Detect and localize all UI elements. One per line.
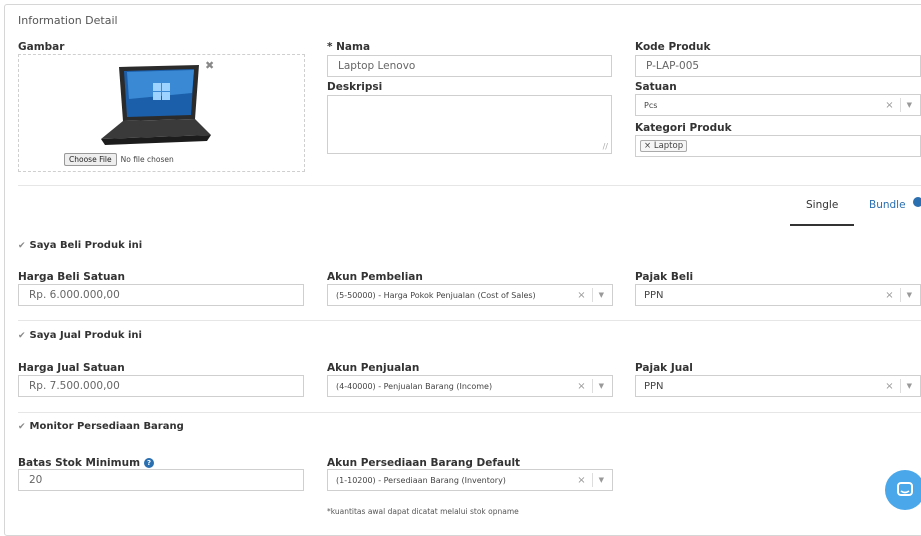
tab-bundle[interactable]: Bundle: [869, 199, 906, 211]
pajak-jual-label: Pajak Jual: [635, 362, 693, 374]
satuan-select[interactable]: Pcs × ▼: [635, 94, 921, 116]
clear-icon[interactable]: ×: [577, 290, 585, 301]
checkbox-icon[interactable]: ✔: [18, 422, 26, 432]
nama-label: * Nama: [327, 41, 371, 53]
akun-persediaan-select[interactable]: (1-10200) - Persediaan Barang (Inventory…: [327, 469, 613, 491]
divider: [18, 412, 921, 413]
gambar-label: Gambar: [18, 41, 65, 53]
tag-remove-icon[interactable]: ×: [644, 141, 651, 151]
pajak-jual-select[interactable]: PPN × ▼: [635, 375, 921, 397]
stok-opname-note: *kuantitas awal dapat dicatat melalui st…: [327, 507, 519, 516]
akun-persediaan-value: (1-10200) - Persediaan Barang (Inventory…: [336, 475, 506, 485]
clear-icon[interactable]: ×: [885, 381, 893, 392]
divider: [899, 98, 901, 112]
jual-checkbox-label: Saya Jual Produk ini: [29, 330, 142, 341]
chevron-down-icon[interactable]: ▼: [907, 291, 912, 299]
akun-penjualan-value: (4-40000) - Penjualan Barang (Income): [336, 381, 493, 391]
batas-stok-label-wrap: Batas Stok Minimum ?: [18, 457, 155, 469]
divider: [899, 379, 901, 393]
clear-icon[interactable]: ×: [885, 290, 893, 301]
checkbox-icon[interactable]: ✔: [18, 241, 26, 251]
harga-jual-input[interactable]: Rp. 7.500.000,00: [18, 375, 304, 397]
divider: [591, 473, 593, 487]
chevron-down-icon[interactable]: ▼: [599, 291, 604, 299]
tab-single[interactable]: Single: [806, 199, 838, 211]
satuan-value: Pcs: [644, 100, 658, 110]
batas-stok-input[interactable]: 20: [18, 469, 304, 491]
jual-checkbox[interactable]: ✔ Saya Jual Produk ini: [18, 330, 142, 341]
tab-active-indicator: [790, 224, 854, 226]
akun-persediaan-label: Akun Persediaan Barang Default: [327, 457, 521, 469]
akun-penjualan-select[interactable]: (4-40000) - Penjualan Barang (Income) × …: [327, 375, 613, 397]
batas-stok-label: Batas Stok Minimum: [18, 457, 141, 469]
chevron-down-icon[interactable]: ▼: [907, 382, 912, 390]
image-dropzone[interactable]: ✖ Choose File No file chosen: [18, 54, 305, 172]
chevron-down-icon[interactable]: ▼: [599, 382, 604, 390]
chat-widget-button[interactable]: [885, 470, 921, 510]
akun-penjualan-label: Akun Penjualan: [327, 362, 420, 374]
divider: [899, 288, 901, 302]
pajak-beli-select[interactable]: PPN × ▼: [635, 284, 921, 306]
file-input[interactable]: Choose File No file chosen: [64, 153, 174, 166]
pajak-beli-label: Pajak Beli: [635, 271, 694, 283]
section-title: Information Detail: [18, 14, 118, 27]
kode-produk-input[interactable]: P-LAP-005: [635, 55, 921, 77]
info-icon[interactable]: [913, 197, 921, 207]
akun-pembelian-value: (5-50000) - Harga Pokok Penjualan (Cost …: [336, 290, 536, 300]
nama-input[interactable]: Laptop Lenovo: [327, 55, 612, 77]
akun-pembelian-select[interactable]: (5-50000) - Harga Pokok Penjualan (Cost …: [327, 284, 613, 306]
divider: [591, 288, 593, 302]
persediaan-checkbox-label: Monitor Persediaan Barang: [29, 421, 184, 432]
akun-pembelian-label: Akun Pembelian: [327, 271, 423, 283]
clear-icon[interactable]: ×: [577, 381, 585, 392]
satuan-label: Satuan: [635, 81, 677, 93]
help-icon[interactable]: ?: [144, 458, 155, 468]
harga-beli-input[interactable]: Rp. 6.000.000,00: [18, 284, 304, 306]
divider: [591, 379, 593, 393]
deskripsi-label: Deskripsi: [327, 81, 383, 93]
beli-checkbox[interactable]: ✔ Saya Beli Produk ini: [18, 240, 142, 251]
beli-checkbox-label: Saya Beli Produk ini: [29, 240, 143, 251]
pajak-jual-value: PPN: [644, 380, 664, 392]
clear-icon[interactable]: ×: [577, 475, 585, 486]
kode-produk-label: Kode Produk: [635, 41, 711, 53]
divider: [18, 185, 921, 186]
chat-icon: [897, 482, 913, 496]
chevron-down-icon[interactable]: ▼: [599, 476, 604, 484]
clear-icon[interactable]: ×: [885, 100, 893, 111]
choose-file-button[interactable]: Choose File: [64, 153, 117, 166]
kategori-multiselect[interactable]: × Laptop: [635, 135, 921, 157]
checkbox-icon[interactable]: ✔: [18, 331, 26, 341]
kategori-tag-label: Laptop: [653, 141, 684, 151]
chevron-down-icon[interactable]: ▼: [907, 101, 912, 109]
persediaan-checkbox[interactable]: ✔ Monitor Persediaan Barang: [18, 421, 184, 432]
file-status: No file chosen: [120, 155, 174, 164]
divider: [18, 320, 921, 321]
kategori-tag[interactable]: × Laptop: [640, 140, 688, 152]
harga-beli-label: Harga Beli Satuan: [18, 271, 125, 283]
deskripsi-textarea[interactable]: //: [327, 95, 612, 154]
resize-handle-icon[interactable]: //: [603, 142, 608, 151]
harga-jual-label: Harga Jual Satuan: [18, 362, 125, 374]
kategori-label: Kategori Produk: [635, 122, 732, 134]
product-image: [101, 65, 211, 145]
close-icon[interactable]: ✖: [205, 59, 214, 72]
pajak-beli-value: PPN: [644, 289, 664, 301]
